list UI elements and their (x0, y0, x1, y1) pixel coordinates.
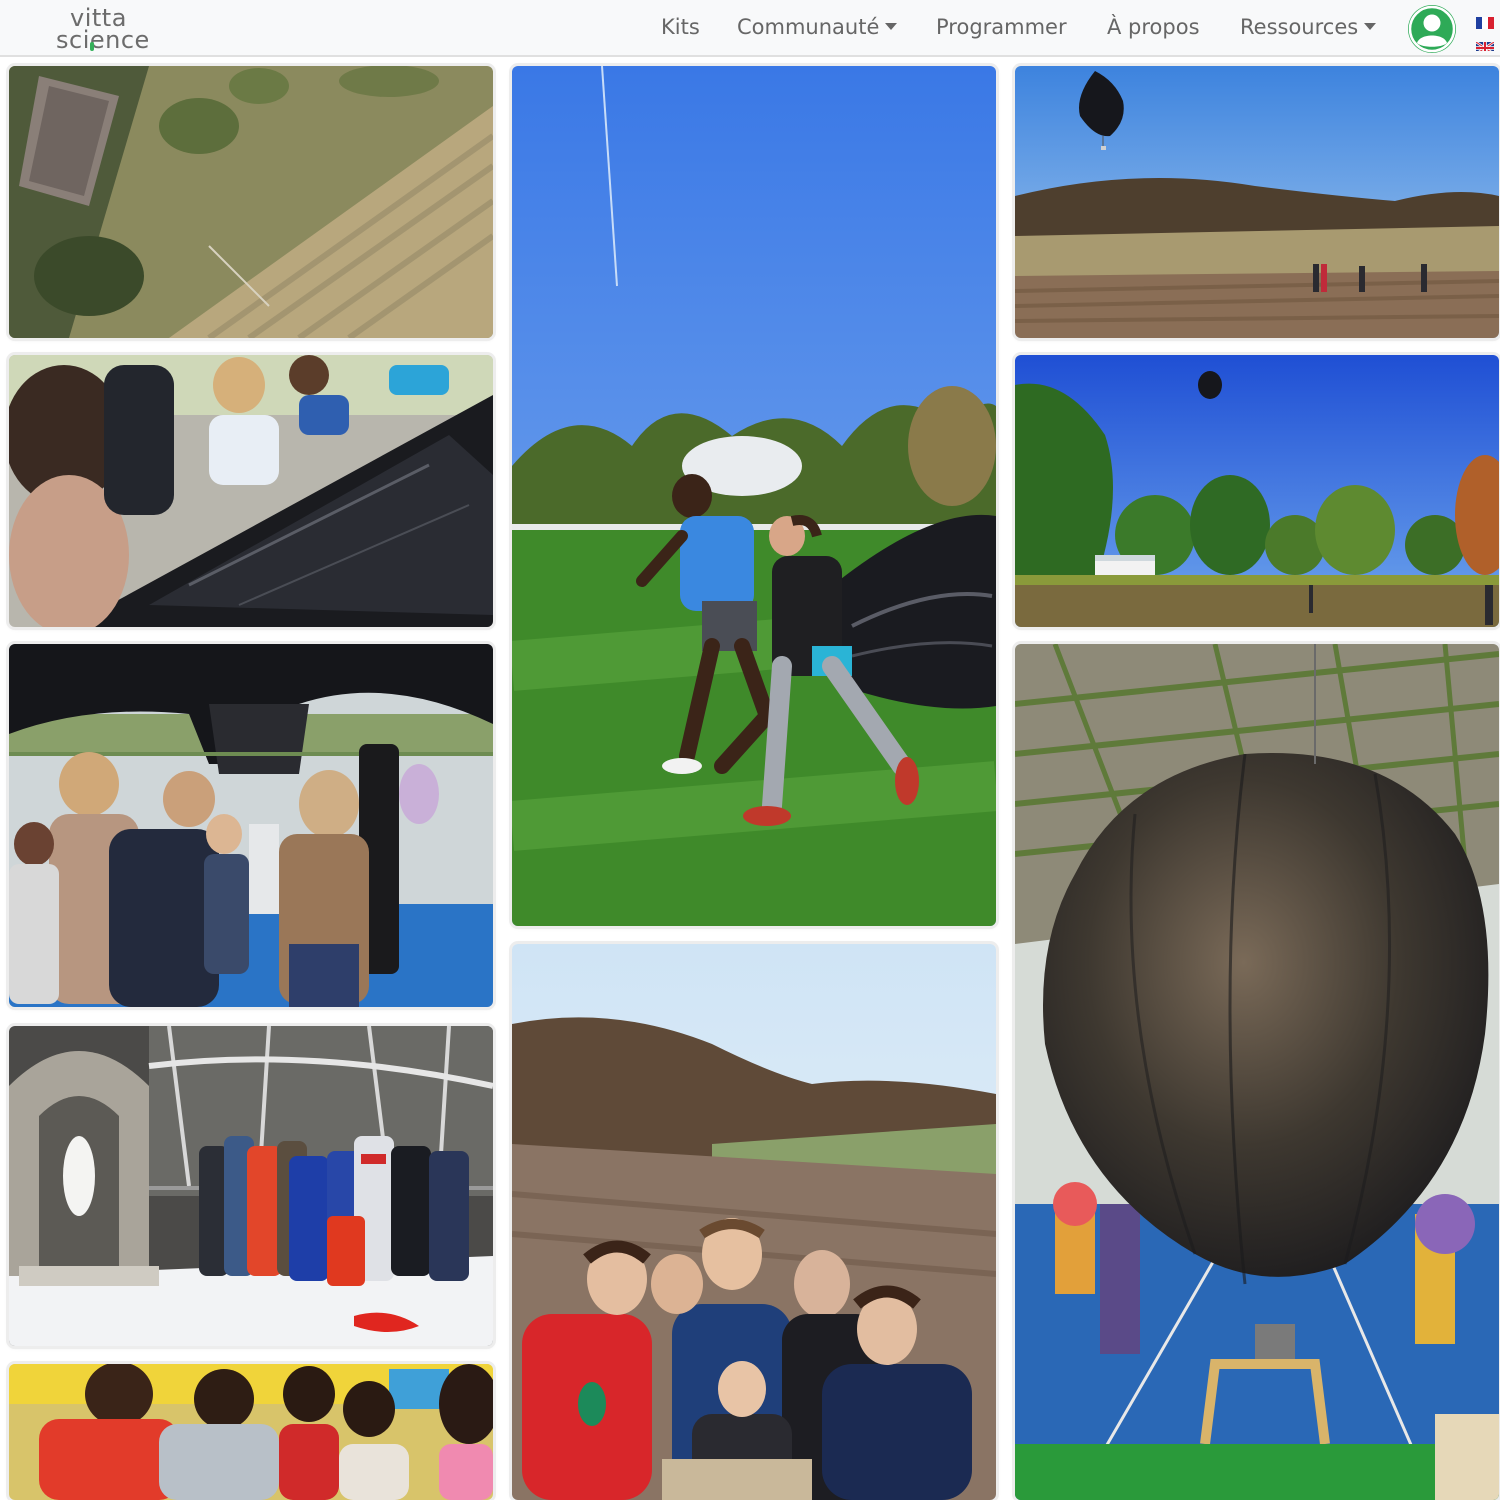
nav-communaute-label: Communauté (737, 15, 880, 39)
photo-classroom-children[interactable] (9, 1364, 493, 1500)
caret-down-icon (1364, 23, 1377, 30)
logo-text-science: science (56, 26, 150, 54)
user-account-icon[interactable] (1408, 5, 1456, 53)
nav-dropdown-communaute[interactable]: Communauté (737, 13, 898, 41)
nav-dropdown-ressources[interactable]: Ressources (1240, 13, 1377, 41)
navbar: vitta science Kits Communauté Programmer… (0, 0, 1500, 57)
photo-balloon-in-gym[interactable] (1015, 644, 1499, 1500)
flag-fr-icon[interactable] (1476, 17, 1494, 29)
nav-ressources-label: Ressources (1240, 15, 1359, 39)
photo-children-taping-plastic[interactable] (9, 355, 493, 627)
vittascience-logo[interactable]: vitta science (56, 6, 156, 52)
nav-link-programmer[interactable]: Programmer (936, 13, 1067, 41)
flag-uk-icon[interactable] (1476, 39, 1494, 51)
caret-down-icon (885, 23, 898, 30)
photo-children-under-balloon[interactable] (9, 644, 493, 1007)
photo-family-in-field[interactable] (512, 944, 996, 1500)
logo-accent-mark (90, 42, 94, 51)
photo-group-in-snow[interactable] (9, 1026, 493, 1346)
photo-aerial-farmland[interactable] (9, 66, 493, 338)
photo-balloon-over-park[interactable] (1015, 355, 1499, 627)
nav-link-apropos[interactable]: À propos (1107, 13, 1200, 41)
photo-balloon-over-hills[interactable] (1015, 66, 1499, 338)
photo-runners-with-balloon[interactable] (512, 66, 996, 926)
nav-link-kits[interactable]: Kits (661, 13, 700, 41)
